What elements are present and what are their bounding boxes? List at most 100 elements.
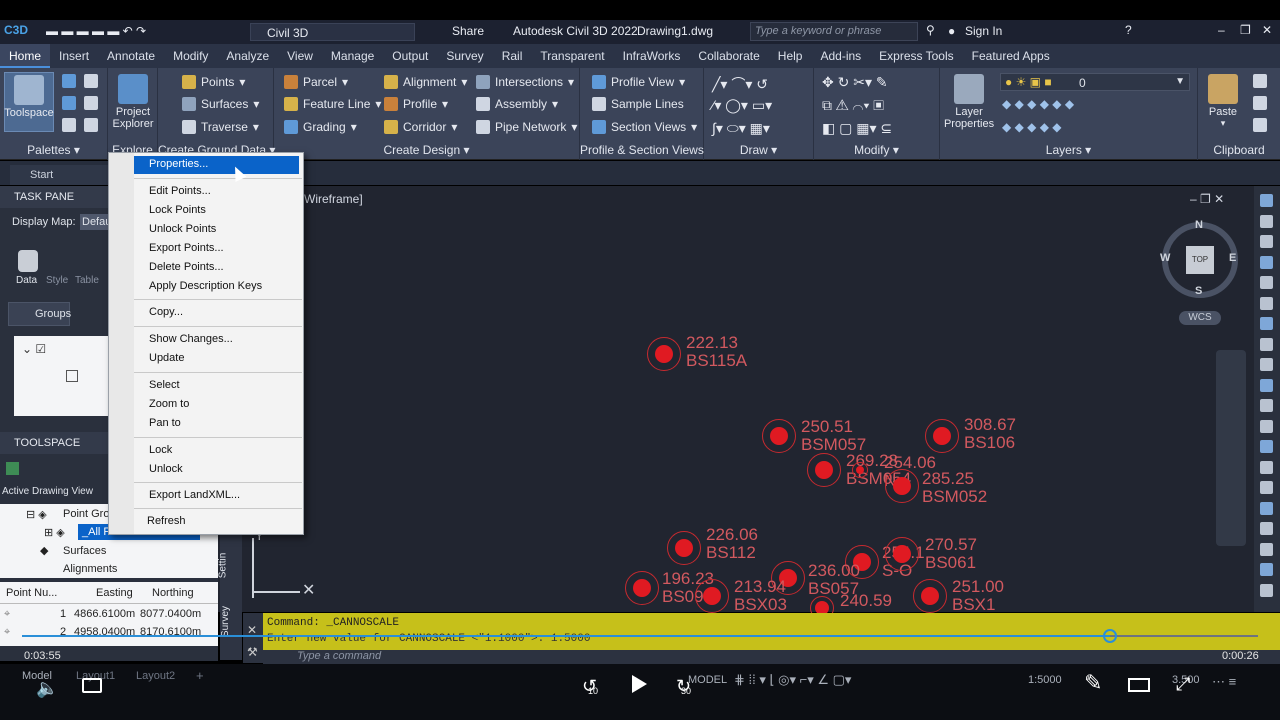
tool-icon[interactable] [1260, 255, 1273, 269]
menu-item-unlock-points[interactable]: Unlock Points [149, 223, 216, 235]
layer-tools-row-2[interactable]: ◆ ◆ ◆ ◆ ◆ [1002, 120, 1061, 134]
menu-item-export-points[interactable]: Export Points... [149, 242, 224, 254]
tool-icon[interactable] [1260, 501, 1273, 515]
menu-item-edit-points[interactable]: Edit Points... [149, 185, 211, 197]
tool-icon[interactable] [1260, 337, 1273, 351]
toolspace-button[interactable]: Toolspace [4, 72, 54, 132]
tab-view[interactable]: View [278, 44, 322, 68]
tab-home[interactable]: Home [0, 44, 51, 68]
search-icon[interactable]: ⚲ [926, 23, 935, 37]
tool-icon[interactable] [1260, 583, 1273, 597]
layer-icon[interactable] [62, 96, 76, 110]
tab-infraworks[interactable]: InfraWorks [614, 44, 690, 68]
traverse-button[interactable]: Traverse ▾ [182, 120, 259, 134]
tool-palette-icon[interactable] [84, 96, 98, 110]
help-icon[interactable]: ? [1125, 23, 1132, 37]
menu-item-copy[interactable]: Copy... [149, 306, 183, 318]
tab-help[interactable]: Help [769, 44, 812, 68]
tool-icon[interactable] [1260, 440, 1273, 453]
search-input[interactable]: Type a keyword or phrase [750, 22, 918, 41]
menu-item-unlock[interactable]: Unlock [149, 463, 183, 475]
drawing-canvas[interactable]: Wireframe] – ❐ ✕ Y ✕ 222.13 BS115A 250.51 B… [218, 186, 1254, 620]
profile-view-button[interactable]: Profile View ▾ [592, 75, 685, 89]
navigation-bar[interactable] [1216, 350, 1246, 546]
feature-line-button[interactable]: Feature Line ▾ [284, 97, 381, 111]
tool-icon[interactable] [1260, 317, 1273, 330]
tool-icon[interactable] [1260, 194, 1273, 207]
tool-icon[interactable] [1260, 460, 1273, 474]
project-explorer-button[interactable]: Project Explorer [108, 72, 158, 132]
fullscreen-icon[interactable]: ⤢ [1176, 674, 1190, 695]
compass-w[interactable]: W [1160, 252, 1170, 264]
groups-tree[interactable]: ⌄ ☑ [14, 336, 110, 416]
menu-item-apply-description-keys[interactable]: Apply Description Keys [149, 280, 262, 292]
menu-item-lock-points[interactable]: Lock Points [149, 204, 206, 216]
intersections-button[interactable]: Intersections ▾ [476, 75, 574, 89]
workspace-select[interactable]: Civil 3D [250, 23, 415, 41]
tab-featured-apps[interactable]: Featured Apps [963, 44, 1059, 68]
layers-label[interactable]: Layers ▾ [940, 143, 1197, 157]
profile-button[interactable]: Profile ▾ [384, 97, 448, 111]
menu-item-delete-points[interactable]: Delete Points... [149, 261, 224, 273]
col-northing[interactable]: Northing [152, 587, 194, 599]
grading-button[interactable]: Grading ▾ [284, 120, 357, 134]
display-map-select[interactable]: Defau [80, 214, 110, 230]
style-tab[interactable]: Style [46, 275, 68, 286]
captions-icon[interactable] [82, 678, 102, 693]
tab-transparent[interactable]: Transparent [531, 44, 613, 68]
restore-icon[interactable]: ❐ [1240, 23, 1251, 37]
add-layout-icon[interactable]: + [196, 668, 204, 683]
active-drawing-view[interactable]: Active Drawing View [2, 486, 93, 497]
draw-label[interactable]: Draw ▾ [704, 143, 813, 157]
menu-item-update[interactable]: Update [149, 352, 184, 364]
grid-icon[interactable]: ⋕ ⁞⁞ ▾ ⌊ ◎▾ ⌐▾ ∠ ▢▾ [734, 672, 851, 688]
mirror-icon[interactable]: ◧ ▢ ▦▾ ⊆ [822, 120, 892, 137]
viewport-label[interactable]: Wireframe] [304, 192, 363, 206]
palette-icon[interactable] [62, 74, 76, 88]
command-line[interactable]: Type a command [263, 650, 1280, 664]
alignment-button[interactable]: Alignment ▾ [384, 75, 467, 89]
menu-item-export-landxml[interactable]: Export LandXML... [149, 489, 240, 501]
tab-rail[interactable]: Rail [493, 44, 532, 68]
data-icon[interactable] [18, 250, 38, 272]
command-input[interactable]: Type a command [297, 650, 381, 662]
layer-checkbox[interactable] [66, 370, 78, 382]
play-icon[interactable] [632, 675, 647, 693]
layer-tools-row-1[interactable]: ◆ ◆ ◆ ◆ ◆ ◆ [1002, 97, 1074, 111]
pipe-network-button[interactable]: Pipe Network ▾ [476, 120, 577, 134]
menu-item-pan-to[interactable]: Pan to [149, 417, 181, 429]
tab-survey[interactable]: Survey [437, 44, 492, 68]
command-wrench-icon[interactable]: ⚒ [247, 645, 258, 659]
quick-access-icons[interactable]: ▬ ▬ ▬ ▬ ▬ ↶ ↷ [46, 24, 146, 38]
tool-icon[interactable] [1260, 235, 1273, 248]
table-row[interactable]: ⌖ 1 4866.6100m 8077.0400m [0, 606, 218, 624]
wcs-menu[interactable]: WCS [1179, 311, 1221, 325]
draw-pen-icon[interactable]: ✎ [1084, 670, 1102, 696]
surfaces-node[interactable]: Surfaces [63, 545, 106, 557]
col-easting[interactable]: Easting [96, 587, 133, 599]
compass-s[interactable]: S [1195, 285, 1202, 297]
sign-in-button[interactable]: Sign In [965, 24, 1002, 38]
tab-add-ins[interactable]: Add-ins [811, 44, 870, 68]
tab-insert[interactable]: Insert [50, 44, 98, 68]
design-center-icon[interactable] [62, 118, 76, 132]
volume-icon[interactable]: 🔈 [36, 678, 58, 699]
menu-item-refresh[interactable]: Refresh [147, 515, 186, 527]
copy-icon[interactable]: ⧉ ⚠ ⌒▾ ▣ [822, 97, 884, 114]
model-space-toggle[interactable]: MODEL [688, 674, 727, 686]
line-tool-icon[interactable]: ╱▾ ⌒▾ ↺ [712, 74, 768, 94]
prospector-icon[interactable] [6, 462, 19, 475]
move-icon[interactable]: ✥ ↻ ✂▾ ✎ [822, 74, 888, 91]
tab-collaborate[interactable]: Collaborate [689, 44, 768, 68]
menu-item-show-changes[interactable]: Show Changes... [149, 333, 233, 345]
layout2-tab[interactable]: Layout2 [136, 670, 175, 682]
cut-icon[interactable] [1253, 74, 1267, 88]
tab-output[interactable]: Output [383, 44, 437, 68]
tree-expander-2[interactable]: ⊞ ◈ [44, 526, 65, 539]
point-groups-node[interactable]: Point Gro [63, 508, 109, 520]
tool-icon[interactable] [1260, 522, 1273, 535]
sheet-set-icon[interactable] [84, 118, 98, 132]
tab-express-tools[interactable]: Express Tools [870, 44, 962, 68]
table-row[interactable]: ⌖ 2 4958.0400m 8170.6100m [0, 624, 218, 642]
col-point-number[interactable]: Point Nu... [6, 587, 57, 599]
